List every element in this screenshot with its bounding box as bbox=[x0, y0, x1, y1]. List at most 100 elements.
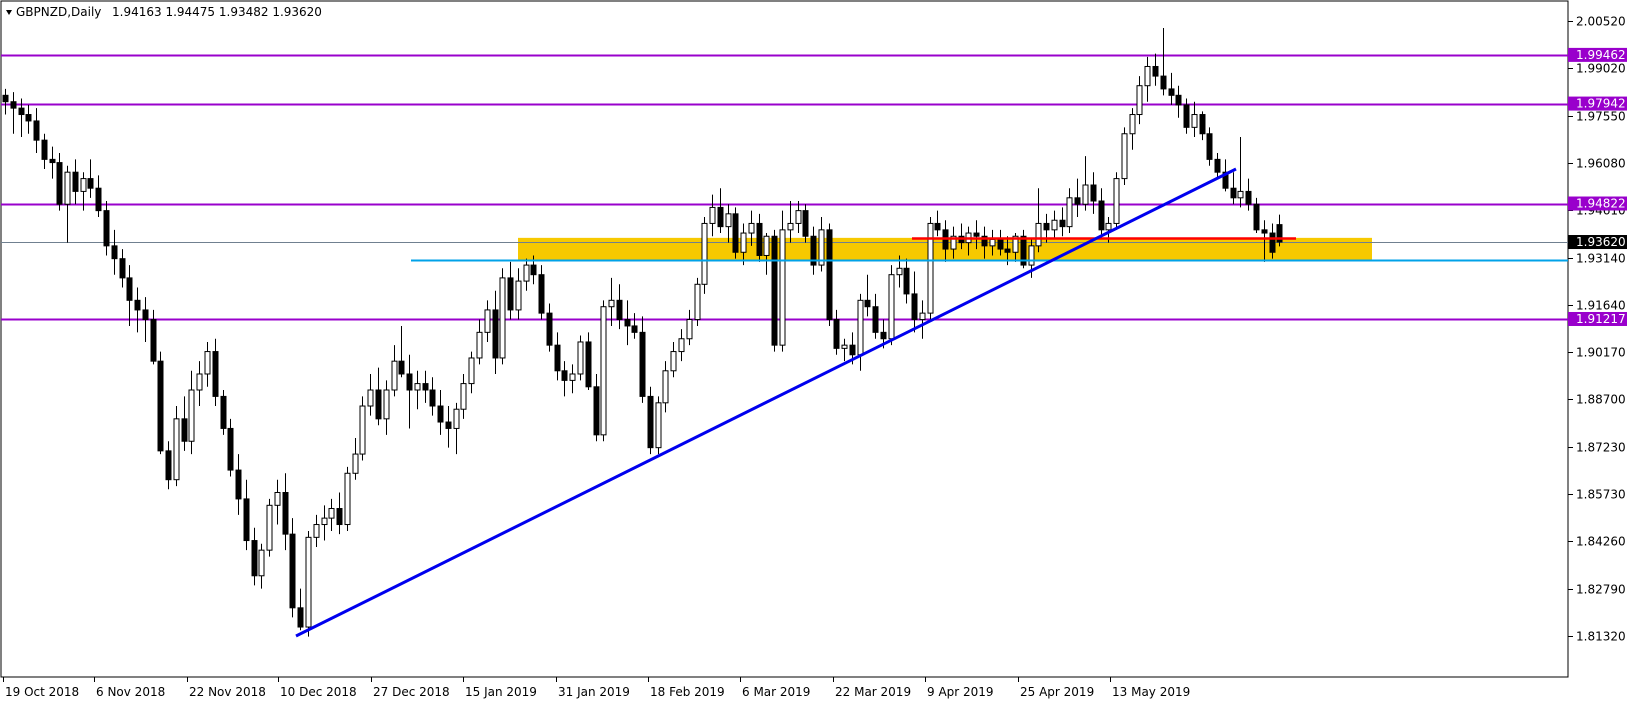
candle-body-bear bbox=[997, 238, 1004, 250]
candle-body-bull bbox=[1191, 114, 1198, 128]
ohlc-readout: 1.94163 1.94475 1.93482 1.93620 bbox=[112, 5, 322, 19]
candle-body-bear bbox=[771, 235, 778, 346]
candle-body-bear bbox=[911, 293, 918, 321]
candle-body-bear bbox=[756, 222, 763, 256]
y-tick-label: 1.85730 bbox=[1576, 488, 1626, 502]
candle-body-bull bbox=[577, 341, 584, 375]
candle-body-bear bbox=[72, 171, 79, 192]
candle-body-bull bbox=[1136, 85, 1143, 116]
candle-body-bear bbox=[934, 222, 941, 231]
candle-body-bear bbox=[903, 267, 910, 295]
candle-body-bull bbox=[313, 524, 320, 538]
level-price-label: 1.94822 bbox=[1568, 196, 1627, 211]
x-tick-label: 22 Nov 2018 bbox=[189, 685, 266, 699]
x-tick-label: 10 Dec 2018 bbox=[280, 685, 357, 699]
candle-body-bull bbox=[569, 373, 576, 381]
candle-body-bear bbox=[554, 344, 561, 372]
candle-body-bull bbox=[383, 389, 390, 420]
candle-body-bull bbox=[989, 238, 996, 247]
candle-body-bear bbox=[18, 107, 25, 116]
x-tick-label: 19 Oct 2018 bbox=[5, 685, 79, 699]
candle-body-bear bbox=[2, 94, 9, 103]
candle-body-bear bbox=[1199, 114, 1206, 135]
candle-body-bull bbox=[80, 178, 87, 192]
candle-body-bear bbox=[87, 178, 94, 189]
candle-body-bull bbox=[173, 418, 180, 481]
x-tick-label: 9 Apr 2019 bbox=[927, 685, 994, 699]
candle-body-bear bbox=[297, 607, 304, 628]
candle-body-bear bbox=[95, 187, 102, 212]
candle-body-bull bbox=[919, 312, 926, 321]
y-tick-label: 1.82790 bbox=[1576, 583, 1626, 597]
candle-body-bear bbox=[111, 245, 118, 260]
candle-body-bull bbox=[1129, 114, 1136, 135]
candle-body-bull bbox=[795, 210, 802, 224]
candle bbox=[266, 498, 273, 557]
candle-body-bull bbox=[1082, 184, 1089, 205]
candle-body-bear bbox=[624, 319, 631, 327]
level-price-label-text: 1.91217 bbox=[1576, 312, 1626, 326]
candle-body-bull bbox=[779, 229, 786, 346]
x-tick-label: 18 Feb 2019 bbox=[650, 685, 725, 699]
candle-body-bear bbox=[593, 386, 600, 436]
candle bbox=[701, 217, 708, 294]
symbol-timeframe: GBPNZD,Daily bbox=[16, 5, 101, 19]
level-price-label-text: 1.94822 bbox=[1576, 197, 1626, 211]
candle-body-bull bbox=[1237, 190, 1244, 199]
candle-body-bear bbox=[864, 299, 871, 308]
candle-body-bear bbox=[282, 492, 289, 535]
candle bbox=[927, 217, 934, 320]
candle-body-bull bbox=[266, 504, 273, 551]
candle bbox=[305, 530, 312, 637]
candle-body-bear bbox=[1253, 203, 1260, 231]
candle bbox=[499, 268, 506, 365]
candle-body-bear bbox=[717, 206, 724, 228]
candle-body-bull bbox=[196, 373, 203, 391]
candle-body-bear bbox=[212, 351, 219, 397]
candle-body-bull bbox=[857, 299, 864, 356]
candle-body-bear bbox=[732, 213, 739, 253]
candle-body-bear bbox=[119, 258, 126, 279]
candle-body-bear bbox=[251, 540, 258, 577]
x-tick-label: 13 May 2019 bbox=[1112, 685, 1190, 699]
candle-body-bull bbox=[499, 277, 506, 359]
level-price-label: 1.97942 bbox=[1568, 96, 1627, 111]
candle-body-bear bbox=[429, 389, 436, 407]
candle-body-bear bbox=[235, 469, 242, 500]
candle-body-bull bbox=[670, 351, 677, 372]
candle-body-bull bbox=[1144, 65, 1151, 87]
candle-body-bull bbox=[725, 213, 732, 228]
candle-body-bear bbox=[530, 264, 537, 276]
candle bbox=[220, 390, 227, 435]
candle-body-bear bbox=[1152, 65, 1159, 77]
chart-background bbox=[0, 0, 1630, 704]
price-chart[interactable]: GBPNZD,Daily 1.94163 1.94475 1.93482 1.9… bbox=[0, 0, 1630, 704]
candle-body-bull bbox=[274, 492, 281, 506]
candle-body-bull bbox=[1051, 219, 1058, 231]
candle-body-bear bbox=[398, 360, 405, 375]
candle bbox=[888, 265, 895, 346]
candle-body-bull bbox=[686, 319, 693, 340]
x-tick-label: 22 Mar 2019 bbox=[835, 685, 911, 699]
candle-body-bull bbox=[927, 222, 934, 314]
candle-body-bear bbox=[150, 319, 157, 362]
candle-body-bull bbox=[476, 331, 483, 359]
candle bbox=[655, 396, 662, 455]
candle-body-bear bbox=[973, 232, 980, 237]
candle-body-bear bbox=[802, 210, 809, 237]
y-tick-label: 1.90170 bbox=[1576, 346, 1626, 360]
candle-body-bear bbox=[1090, 184, 1097, 202]
candle-body-bull bbox=[523, 264, 530, 282]
candle-body-bear bbox=[142, 309, 149, 321]
candle-body-bull bbox=[763, 235, 770, 256]
candle-body-bull bbox=[305, 536, 312, 628]
candle bbox=[732, 207, 739, 259]
y-tick-label: 1.87230 bbox=[1576, 441, 1626, 455]
current-price-label: 1.93620 bbox=[1568, 235, 1627, 250]
y-tick-label: 1.97550 bbox=[1576, 110, 1626, 124]
candle-body-bear bbox=[157, 360, 164, 452]
x-tick-label: 6 Mar 2019 bbox=[742, 685, 810, 699]
candle bbox=[779, 210, 786, 352]
candle-body-bear bbox=[103, 210, 110, 247]
candle-body-bear bbox=[10, 101, 17, 109]
